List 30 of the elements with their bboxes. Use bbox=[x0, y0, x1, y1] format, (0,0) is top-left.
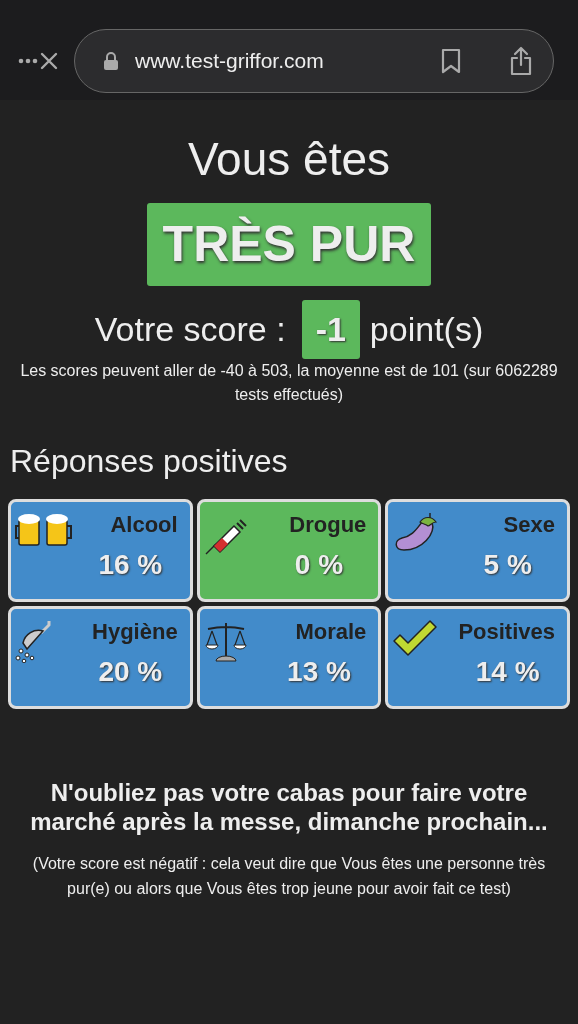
explanation-text: (Votre score est négatif : cela veut dire que Vous êtes une personne très pur(e) ou alors que Vous êtes trop jeune pour avoir fait ce test) bbox=[31, 853, 547, 900]
score-value: -1 bbox=[301, 300, 360, 360]
category-percent: 20 % bbox=[98, 656, 163, 688]
more-icon[interactable] bbox=[18, 58, 38, 64]
url-text: www.test-griffor.com bbox=[135, 48, 324, 75]
category-percent: 0 % bbox=[294, 549, 344, 581]
category-name: Sexe bbox=[503, 511, 555, 540]
score-unit: point(s) bbox=[369, 309, 484, 351]
score-label: Votre score : bbox=[94, 309, 286, 351]
category-name: Hygiène bbox=[92, 618, 178, 647]
score-note: Les scores peuvent aller de -40 à 503, la moyenne est de 101 (sur 6062289 tests effectués) bbox=[19, 361, 559, 406]
section-title: Réponses positives bbox=[10, 442, 289, 482]
address-bar[interactable]: www.test-griffor.com bbox=[74, 29, 554, 93]
category-percent: 16 % bbox=[98, 549, 163, 581]
category-name: Morale bbox=[295, 618, 367, 647]
category-name: Drogue bbox=[289, 511, 367, 540]
lock-icon bbox=[103, 51, 119, 71]
verdict-label: TRÈS PUR bbox=[146, 203, 432, 287]
category-name: Positives bbox=[458, 618, 555, 647]
beer-mugs-icon bbox=[15, 512, 73, 549]
result-heading: Vous êtes bbox=[186, 132, 391, 187]
check-mark-icon bbox=[392, 619, 439, 658]
bookmark-icon[interactable] bbox=[441, 48, 461, 74]
category-name: Alcool bbox=[110, 511, 178, 540]
close-icon[interactable] bbox=[40, 52, 58, 70]
category-percent: 14 % bbox=[475, 656, 540, 688]
category-percent: 5 % bbox=[483, 549, 532, 581]
category-percent: 13 % bbox=[287, 656, 351, 688]
share-icon[interactable] bbox=[509, 46, 533, 76]
message-text: N'oubliez pas votre cabas pour faire votre marché après la messe, dimanche prochain... bbox=[29, 779, 549, 837]
